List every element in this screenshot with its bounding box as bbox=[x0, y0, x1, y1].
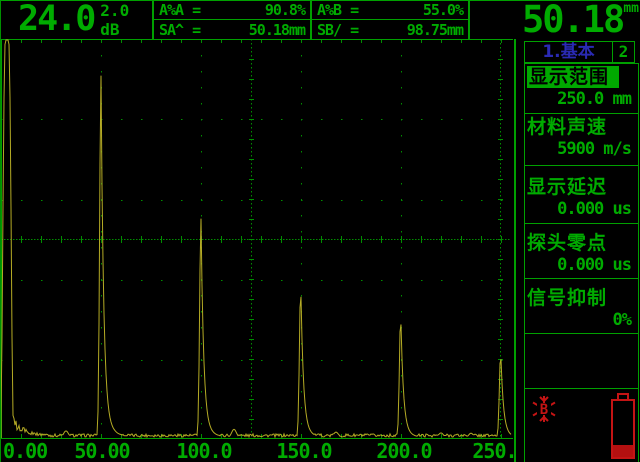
measurement-label: A%A bbox=[159, 1, 183, 19]
sidebar-divider bbox=[514, 39, 516, 462]
x-tick-label: 100.0 bbox=[162, 439, 246, 462]
battery-icon bbox=[611, 393, 635, 459]
battery-body bbox=[611, 399, 635, 459]
measurement-label: A%B bbox=[317, 1, 341, 19]
equals-sign: = bbox=[350, 1, 358, 19]
menu-item-display-delay[interactable]: 显示延迟 0.000 us bbox=[524, 166, 639, 224]
battery-fill bbox=[613, 445, 633, 457]
gate-b-readouts: A%B = 55.0% SB/ = 98.75mm bbox=[310, 1, 468, 39]
tab-page-2[interactable]: 2 bbox=[613, 41, 635, 63]
equals-sign: = bbox=[350, 21, 358, 39]
x-tick-label: 150.0 bbox=[262, 439, 346, 462]
measurement-row: A%B = 55.0% bbox=[312, 1, 468, 20]
measurement-row: SA^ = 50.18mm bbox=[154, 20, 310, 39]
main-readout-unit: mm bbox=[623, 1, 639, 15]
x-tick-label: 250.0 bbox=[458, 439, 514, 462]
gate-a-readouts: A%A = 90.8% SA^ = 50.18mm bbox=[152, 1, 310, 39]
menu-item-value: 5900 m/s bbox=[525, 138, 638, 159]
main-readout-value: 50.18 bbox=[522, 1, 623, 38]
tab-basic[interactable]: 1.基本 bbox=[524, 41, 613, 63]
menu-item-signal-reject[interactable]: 信号抑制 0% bbox=[524, 279, 639, 334]
equals-sign: = bbox=[192, 1, 200, 19]
status-icons-section: B bbox=[524, 389, 639, 462]
measurement-row: A%A = 90.8% bbox=[154, 1, 310, 20]
menu-item-value: 0.000 us bbox=[525, 254, 638, 275]
measurement-value: 98.75mm bbox=[407, 21, 463, 39]
gain-section: 24.0 2.0 dB bbox=[1, 1, 152, 39]
menu-item-label: 信号抑制 bbox=[525, 279, 638, 309]
gain-unit: dB bbox=[100, 22, 129, 37]
a-scan-plot bbox=[1, 39, 513, 439]
main-readout: 50.18 mm bbox=[468, 1, 640, 39]
equals-sign: = bbox=[192, 21, 200, 39]
top-status-bar: 24.0 2.0 dB A%A = 90.8% SA^ = 50.18mm bbox=[1, 1, 640, 39]
menu-item-material-velocity[interactable]: 材料声速 5900 m/s bbox=[524, 114, 639, 166]
menu-item-value: 0% bbox=[525, 309, 638, 330]
menu-item-label: 材料声速 bbox=[525, 114, 638, 138]
menu-item-label: 显示延迟 bbox=[525, 166, 638, 198]
freeze-b-icon: B bbox=[529, 394, 559, 428]
x-tick-label: 0.00 bbox=[1, 439, 56, 462]
menu-sidebar: 1.基本 2 显示范围 250.0 mm 材料声速 5900 m/s 显示延迟 … bbox=[524, 39, 639, 462]
measurement-label: SB/ bbox=[317, 21, 341, 39]
menu-item-probe-zero[interactable]: 探头零点 0.000 us bbox=[524, 224, 639, 279]
x-axis-labels: 0.00 50.00 100.0 150.0 200.0 250.0 bbox=[1, 439, 514, 462]
gain-value: 24.0 bbox=[1, 1, 94, 39]
menu-item-value: 250.0 mm bbox=[525, 88, 638, 109]
measurement-value: 50.18mm bbox=[249, 21, 305, 39]
menu-tab-row: 1.基本 2 bbox=[524, 41, 639, 64]
measurement-value: 55.0% bbox=[423, 1, 463, 19]
menu-item-display-range[interactable]: 显示范围 250.0 mm bbox=[524, 64, 639, 114]
gain-step-unit: 2.0 dB bbox=[94, 1, 129, 39]
menu-item-label: 显示范围 bbox=[527, 66, 619, 88]
menu-item-label: 探头零点 bbox=[525, 224, 638, 254]
gain-step: 2.0 bbox=[100, 3, 129, 18]
x-tick-label: 200.0 bbox=[362, 439, 446, 462]
measurement-label: SA^ bbox=[159, 21, 183, 39]
freeze-letter: B bbox=[540, 402, 548, 418]
measurement-value: 90.8% bbox=[265, 1, 305, 19]
instrument-screen: 24.0 2.0 dB A%A = 90.8% SA^ = 50.18mm bbox=[0, 0, 640, 462]
sidebar-empty-section bbox=[524, 334, 639, 389]
measurement-row: SB/ = 98.75mm bbox=[312, 20, 468, 39]
menu-item-value: 0.000 us bbox=[525, 198, 638, 219]
x-tick-label: 50.00 bbox=[60, 439, 144, 462]
